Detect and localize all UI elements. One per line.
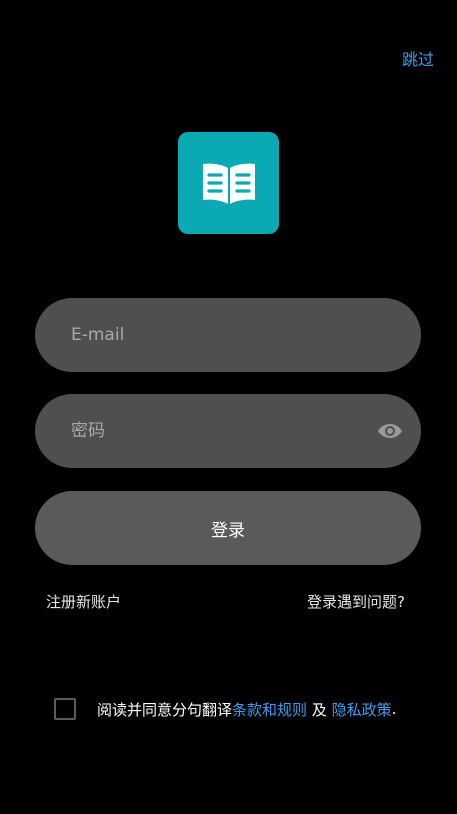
- email-input[interactable]: [71, 298, 371, 372]
- login-trouble-link[interactable]: 登录遇到问题?: [307, 591, 405, 612]
- agreement-and: 及: [307, 700, 332, 719]
- password-input[interactable]: [71, 394, 371, 468]
- login-button[interactable]: 登录: [35, 491, 421, 565]
- agreement-row: 阅读并同意分句翻译 条款和规则 及 隐私政策 .: [54, 698, 396, 720]
- register-link[interactable]: 注册新账户: [46, 591, 121, 612]
- privacy-link[interactable]: 隐私政策: [332, 699, 392, 720]
- email-field-container: [35, 298, 421, 372]
- app-logo: [178, 132, 279, 234]
- open-book-icon: [202, 163, 255, 204]
- password-field-container: [35, 394, 421, 468]
- skip-button[interactable]: 跳过: [402, 46, 434, 70]
- agreement-prefix: 阅读并同意分句翻译: [97, 700, 233, 719]
- eye-icon[interactable]: [377, 419, 403, 443]
- agree-checkbox[interactable]: [54, 698, 76, 720]
- terms-link[interactable]: 条款和规则: [232, 699, 307, 720]
- agreement-suffix: .: [391, 700, 397, 718]
